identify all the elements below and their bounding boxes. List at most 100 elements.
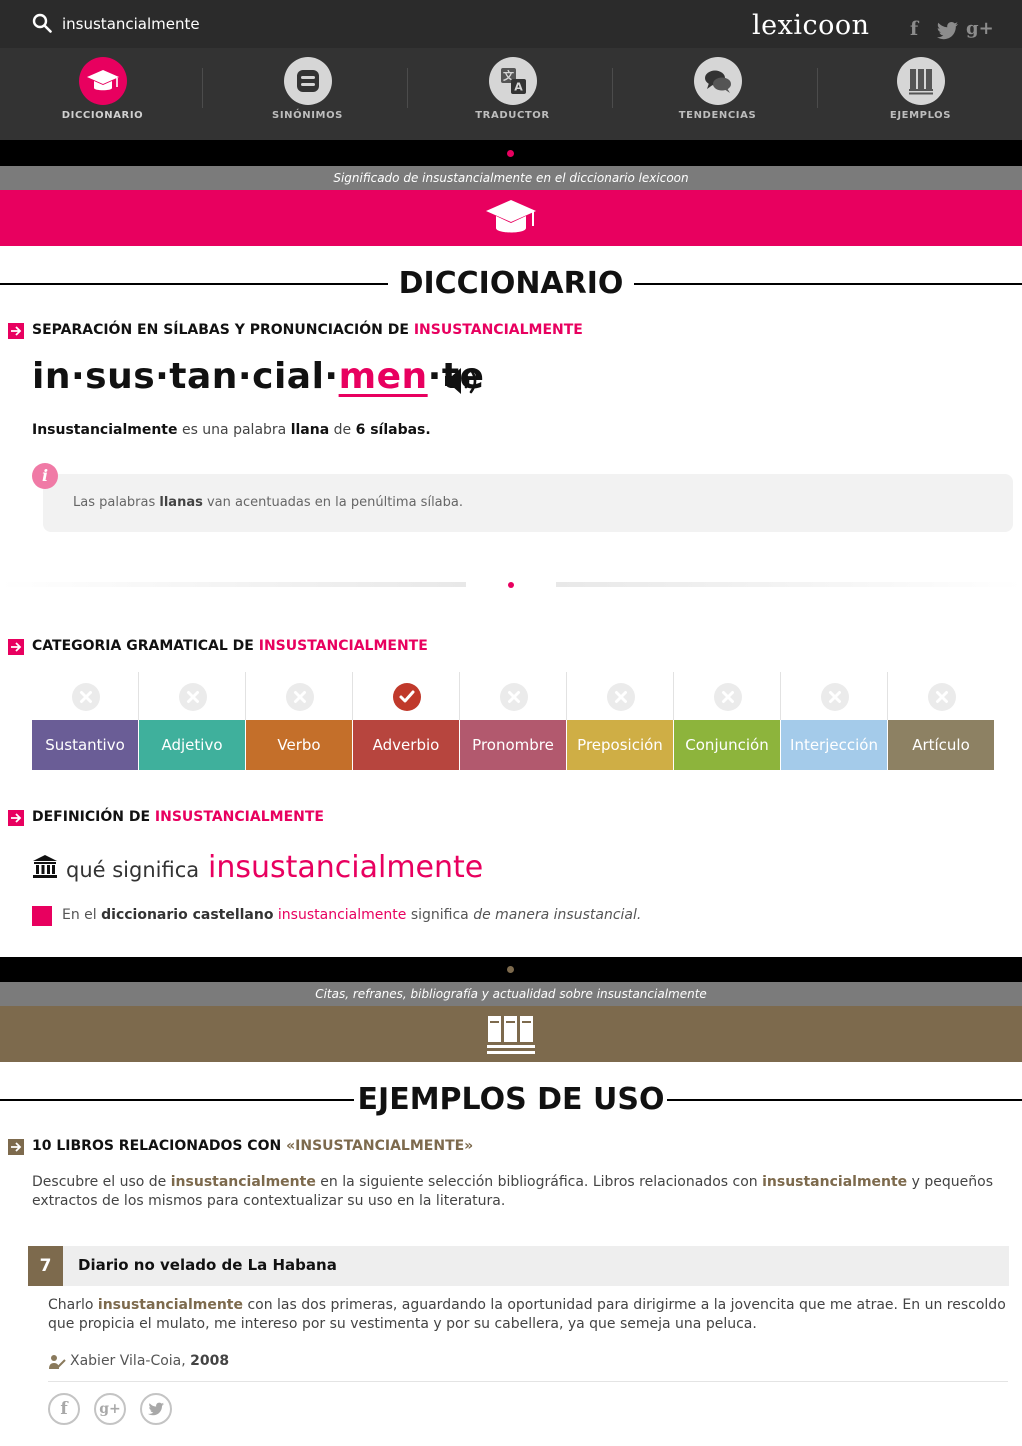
search-input[interactable]	[62, 10, 662, 38]
nav-separator	[202, 68, 203, 108]
speaker-icon[interactable]	[443, 364, 481, 398]
nav-tendencias[interactable]: TENDENCIAS	[615, 48, 820, 140]
facebook-icon[interactable]: f	[910, 18, 918, 40]
category-label: Conjunción	[674, 720, 780, 770]
syllable-info: Insustancialmente es una palabra llana d…	[32, 422, 431, 438]
heading-word: INSUSTANCIALMENTE	[154, 809, 324, 825]
heading-text: 10 LIBROS RELACIONADOS CON	[32, 1138, 282, 1154]
info-text: van acentuadas en la penúltima sílaba.	[206, 495, 463, 510]
syllable-info-type: llana	[290, 422, 330, 438]
section-indicator-strip	[0, 140, 1022, 166]
arrow-right-icon	[8, 1139, 24, 1155]
info-text: Las palabras	[73, 495, 156, 510]
cross-icon	[607, 683, 635, 711]
syllable-info-count: 6 sílabas.	[355, 422, 431, 438]
section-caption: Citas, refranes, bibliografía y actualid…	[0, 982, 1022, 1006]
divider-line	[48, 1381, 1008, 1382]
section-title-text: EJEMPLOS DE USO	[357, 1082, 665, 1117]
heading-text: CATEGORIA GRAMATICAL DE	[32, 638, 254, 654]
translate-icon: 文 A	[489, 57, 537, 105]
category-5[interactable]: Pronombre	[460, 672, 567, 772]
section-title-text: DICCIONARIO	[398, 266, 624, 301]
category-7[interactable]: Conjunción	[674, 672, 781, 772]
nav-label: TENDENCIAS	[678, 110, 757, 121]
info-icon: i	[32, 463, 58, 489]
divider-line	[556, 582, 1022, 587]
heading-text: SEPARACIÓN EN SÍLABAS Y PRONUNCIACIÓN DE	[32, 322, 409, 338]
institution-icon	[33, 855, 57, 878]
check-icon	[393, 683, 421, 711]
share-facebook-icon[interactable]: f	[48, 1393, 80, 1425]
category-3[interactable]: Verbo	[246, 672, 353, 772]
category-1[interactable]: Sustantivo	[32, 672, 139, 772]
cross-icon	[714, 683, 742, 711]
heading-word: INSUSTANCIALMENTE	[413, 322, 583, 338]
heading-word: «INSUSTANCIALMENTE»	[286, 1138, 474, 1154]
description-word: insustancialmente	[762, 1174, 908, 1190]
description-word: insustancialmente	[170, 1174, 316, 1190]
main-nav: DICCIONARIO SINÓNIMOS 文 A TRADUCTOR TEND…	[0, 48, 1022, 140]
search-icon[interactable]	[32, 13, 52, 33]
book-title[interactable]: Diario no velado de La Habana	[78, 1256, 337, 1274]
heading-word: INSUSTANCIALMENTE	[258, 638, 428, 654]
lexicoon-logo[interactable]: lexicoon	[752, 10, 870, 41]
nav-label: SINÓNIMOS	[272, 110, 343, 121]
book-excerpt: Charlo insustancialmente con las dos pri…	[48, 1296, 1008, 1334]
definition-dictionary: diccionario castellano	[101, 907, 274, 923]
cross-icon	[500, 683, 528, 711]
category-label: Pronombre	[460, 720, 566, 770]
share-twitter-icon[interactable]	[140, 1393, 172, 1425]
definition-meaning: de manera insustancial.	[473, 907, 642, 923]
syllable-info-word: Insustancialmente	[32, 422, 178, 438]
category-2[interactable]: Adjetivo	[139, 672, 246, 772]
share-google-plus-icon[interactable]: g+	[94, 1393, 126, 1425]
syllables-part: in·sus·tan·cial·	[32, 356, 339, 397]
synonyms-icon	[284, 57, 332, 105]
description-text: Descubre el uso de	[32, 1174, 167, 1190]
category-9[interactable]: Artículo	[888, 672, 995, 772]
stressed-syllable: men	[338, 356, 428, 397]
category-label: Sustantivo	[32, 720, 138, 770]
category-label: Interjección	[781, 720, 887, 770]
books-icon	[487, 1016, 535, 1054]
category-8[interactable]: Interjección	[781, 672, 888, 772]
category-6[interactable]: Preposición	[567, 672, 674, 772]
nav-traductor[interactable]: 文 A TRADUCTOR	[410, 48, 615, 140]
excerpt-word: insustancialmente	[97, 1297, 243, 1313]
indicator-dot	[507, 150, 514, 157]
cross-icon	[179, 683, 207, 711]
nav-label: TRADUCTOR	[475, 110, 550, 121]
category-4[interactable]: Adverbio	[353, 672, 460, 772]
twitter-icon[interactable]	[937, 22, 959, 40]
cross-icon	[72, 683, 100, 711]
definition-word: insustancialmente	[277, 907, 407, 923]
syllable-info-text: de	[333, 422, 352, 438]
definition-text: En el	[62, 907, 97, 923]
graduation-cap-icon	[79, 57, 127, 105]
nav-label: DICCIONARIO	[61, 110, 144, 121]
book-number: 7	[28, 1246, 63, 1286]
chat-bubbles-icon	[694, 57, 742, 105]
nav-diccionario[interactable]: DICCIONARIO	[0, 48, 205, 140]
nav-separator	[612, 68, 613, 108]
book-header[interactable]: 7 Diario no velado de La Habana	[28, 1246, 1009, 1286]
books-description: Descubre el uso de insustancialmente en …	[32, 1173, 1012, 1211]
google-plus-icon[interactable]: g+	[966, 18, 994, 39]
logo-text: lexicoon	[752, 10, 870, 41]
heading-text: DEFINICIÓN DE	[32, 809, 151, 825]
examples-band	[0, 1006, 1022, 1062]
book-year: 2008	[190, 1353, 230, 1369]
author-name: Xabier Vila-Coia,	[70, 1353, 186, 1369]
category-label: Preposición	[567, 720, 673, 770]
grammatical-categories: Sustantivo Adjetivo Verbo Adverbio Pronombre…	[32, 672, 995, 772]
category-label: Adverbio	[353, 720, 459, 770]
arrow-right-icon	[8, 639, 24, 655]
nav-sinonimos[interactable]: SINÓNIMOS	[205, 48, 410, 140]
top-bar: lexicoon f g+	[0, 0, 1022, 48]
nav-label: EJEMPLOS	[889, 110, 952, 121]
cross-icon	[928, 683, 956, 711]
nav-ejemplos[interactable]: EJEMPLOS	[818, 48, 1022, 140]
arrow-right-icon	[8, 810, 24, 826]
svg-text:A: A	[514, 81, 523, 94]
description-text: en la siguiente selección bibliográfica.…	[320, 1174, 758, 1190]
